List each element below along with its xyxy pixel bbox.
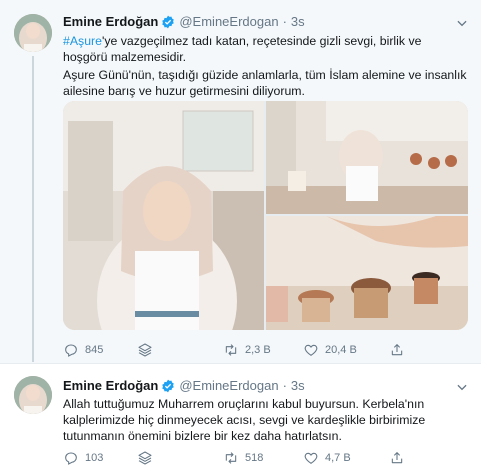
display-name[interactable]: Emine Erdoğan <box>63 378 158 393</box>
retweet-icon <box>225 452 237 464</box>
like-icon <box>304 452 318 464</box>
share-icon <box>391 344 403 356</box>
like-button[interactable]: 4,7 B <box>303 450 351 466</box>
avatar[interactable] <box>14 376 52 414</box>
retweet-count: 518 <box>245 452 264 464</box>
caret-down-icon[interactable] <box>455 380 469 394</box>
stack-icon <box>138 343 152 357</box>
reply-count: 103 <box>85 452 104 464</box>
display-name[interactable]: Emine Erdoğan <box>63 14 158 29</box>
tweet-text: #Aşure'ye vazgeçilmez tadı katan, reçete… <box>63 33 467 99</box>
reply-button[interactable]: 103 <box>63 450 103 466</box>
hashtag-link[interactable]: #Aşure <box>63 34 102 48</box>
retweet-button[interactable]: 518 <box>223 450 263 466</box>
handle[interactable]: @EmineErdogan <box>179 14 278 29</box>
like-icon <box>304 344 318 356</box>
tweet-text-line1: 'ye vazgeçilmez tadı katan, reçetesinde … <box>63 34 422 64</box>
share-button[interactable] <box>389 450 411 466</box>
share-icon <box>391 452 403 464</box>
stack-button[interactable] <box>137 450 159 466</box>
avatar[interactable] <box>14 14 52 52</box>
tweet-2[interactable]: Emine Erdoğan @EmineErdogan · 3s Allah t… <box>0 364 481 472</box>
media-grid[interactable] <box>63 101 468 330</box>
handle[interactable]: @EmineErdogan <box>179 378 278 393</box>
tweet-text: Allah tuttuğumuz Muharrem oruçlarını kab… <box>63 397 426 443</box>
tweet-actions: 103 518 4,7 B <box>63 450 463 466</box>
reply-count: 845 <box>85 344 104 356</box>
share-button[interactable] <box>389 342 411 358</box>
separator: · <box>282 378 287 393</box>
verified-badge-icon <box>162 15 175 28</box>
separator: · <box>282 14 287 29</box>
tweet-header: Emine Erdoğan @EmineErdogan · 3s <box>63 378 305 393</box>
reply-button[interactable]: 845 <box>63 342 103 358</box>
tweet-actions: 845 2,3 B 20,4 B <box>63 342 463 358</box>
like-count: 4,7 B <box>325 452 351 464</box>
photo-portrait[interactable] <box>63 101 264 330</box>
timestamp[interactable]: 3s <box>291 378 305 393</box>
retweet-button[interactable]: 2,3 B <box>223 342 271 358</box>
reply-icon <box>65 452 77 465</box>
photo-kitchen[interactable] <box>266 101 468 214</box>
verified-badge-icon <box>162 379 175 392</box>
reply-icon <box>65 344 77 357</box>
caret-down-icon[interactable] <box>455 16 469 30</box>
retweet-icon <box>225 344 237 356</box>
like-count: 20,4 B <box>325 344 357 356</box>
stack-icon <box>138 451 152 465</box>
retweet-count: 2,3 B <box>245 344 271 356</box>
thread-line <box>32 56 34 362</box>
tweet-header: Emine Erdoğan @EmineErdogan · 3s <box>63 14 305 29</box>
photo-dessert[interactable] <box>266 216 468 330</box>
stack-button[interactable] <box>137 342 159 358</box>
timestamp[interactable]: 3s <box>291 14 305 29</box>
tweet-1[interactable]: Emine Erdoğan @EmineErdogan · 3s #Aşure'… <box>0 0 481 364</box>
like-button[interactable]: 20,4 B <box>303 342 357 358</box>
tweet-text-paragraph2: Aşure Günü'nün, taşıdığı güzide anlamlar… <box>63 68 467 98</box>
